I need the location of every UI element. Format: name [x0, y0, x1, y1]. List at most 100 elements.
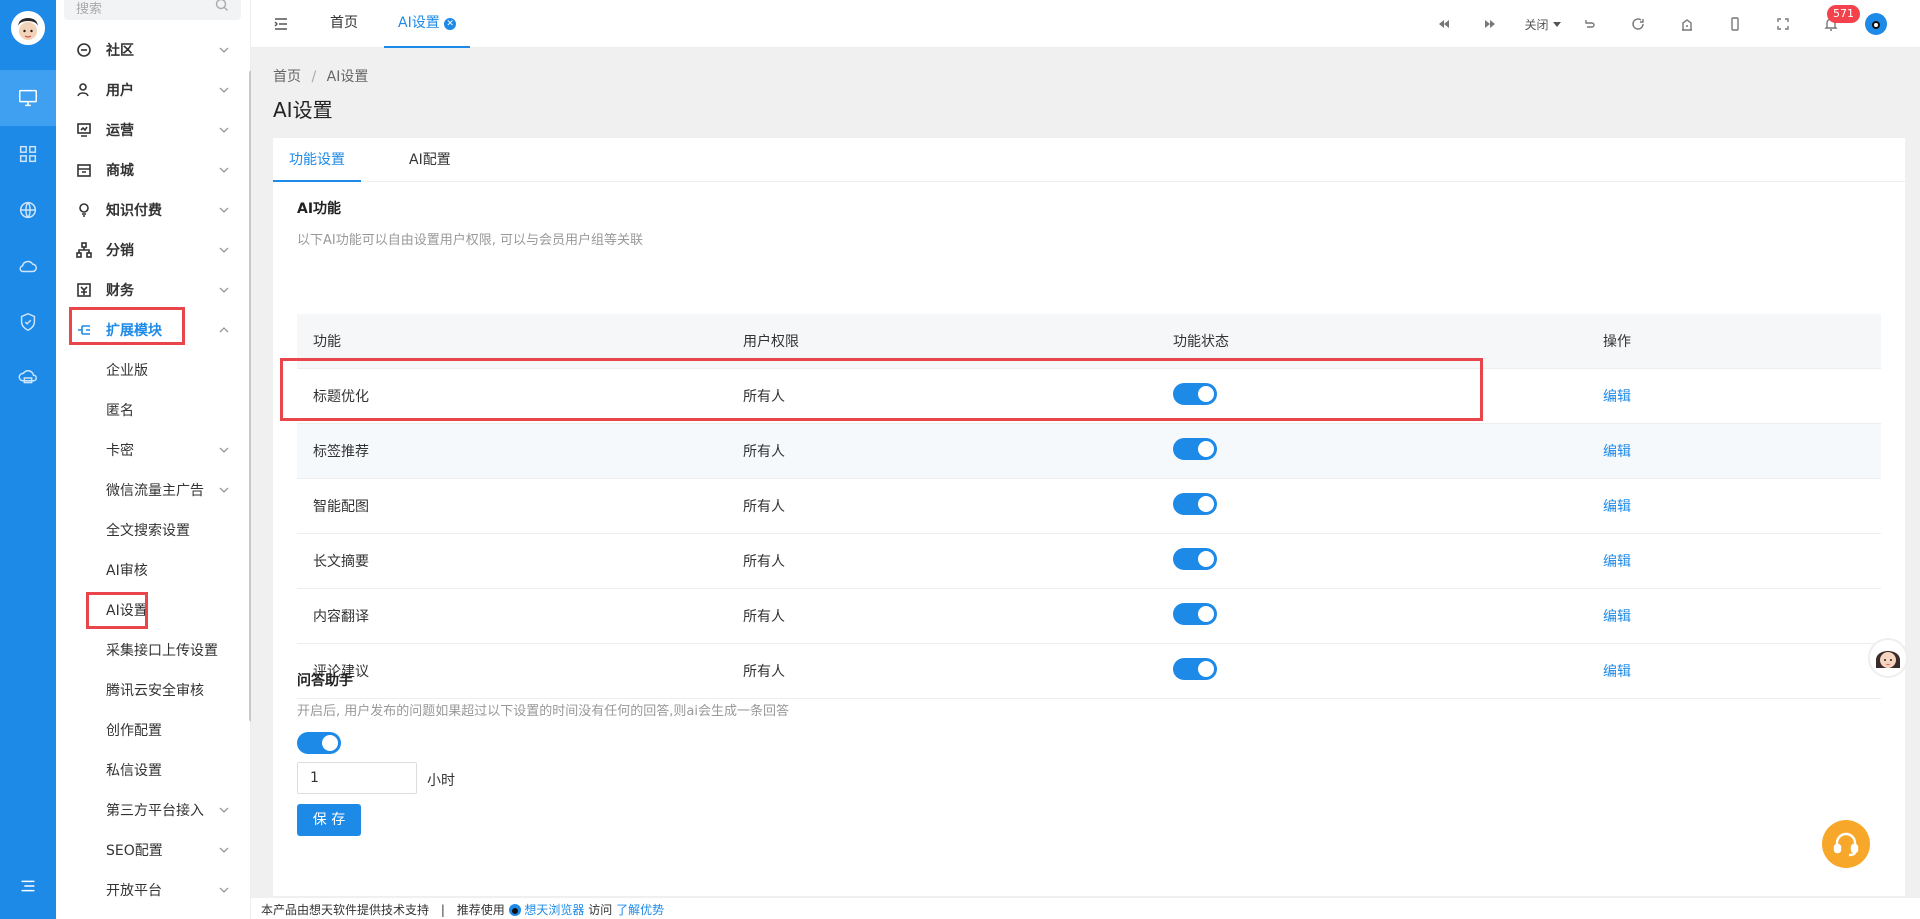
icon-rail — [0, 0, 56, 919]
footer-separator: | — [440, 903, 445, 917]
tab-ai-settings[interactable]: AI设置 ✕ — [384, 0, 471, 48]
cloud-icon[interactable] — [0, 238, 56, 294]
column-header: 功能 — [313, 334, 341, 350]
card-tabs: 功能设置 AI配置 — [273, 138, 1905, 182]
sidebar-sub-wechat-ads[interactable]: 微信流量主广告 — [56, 470, 246, 510]
sidebar-item-knowledge-pay[interactable]: 知识付费 — [56, 190, 246, 230]
cloud-server-icon[interactable] — [0, 350, 56, 406]
status-toggle[interactable] — [1173, 548, 1217, 570]
chevron-down-icon — [219, 207, 229, 213]
sidebar-sub-ai-review[interactable]: AI审核 — [56, 550, 246, 590]
status-toggle[interactable] — [1173, 603, 1217, 625]
row-action-cell: 编辑 — [1587, 441, 1881, 461]
fullscreen-icon[interactable] — [1773, 14, 1793, 34]
return-icon[interactable] — [1580, 14, 1600, 34]
bulb-icon — [76, 202, 92, 218]
desktop-icon[interactable] — [0, 70, 56, 126]
row-permission: 所有人 — [743, 664, 785, 680]
close-dropdown-label: 关闭 — [1524, 17, 1549, 32]
collapse-menu-icon[interactable] — [271, 14, 291, 34]
row-permission: 所有人 — [743, 609, 785, 625]
edit-link[interactable]: 编辑 — [1603, 499, 1631, 515]
edit-link[interactable]: 编辑 — [1603, 664, 1631, 680]
sidebar-sub-card-key[interactable]: 卡密 — [56, 430, 246, 470]
status-toggle[interactable] — [1173, 658, 1217, 680]
sidebar-sub-label: 开放平台 — [106, 883, 162, 899]
search-input[interactable]: 搜索 — [64, 0, 241, 20]
breadcrumb-home[interactable]: 首页 — [273, 69, 301, 85]
sidebar-item-distribution[interactable]: 分销 — [56, 230, 246, 270]
backward-icon[interactable] — [1434, 14, 1454, 34]
qa-assistant-title: 问答助手 — [297, 673, 353, 689]
globe-icon[interactable] — [0, 182, 56, 238]
building-icon[interactable] — [1677, 14, 1697, 34]
sidebar-sub-creation-config[interactable]: 创作配置 — [56, 710, 246, 750]
edit-link[interactable]: 编辑 — [1603, 554, 1631, 570]
chevron-down-icon — [219, 127, 229, 133]
sidebar-item-label: 知识付费 — [106, 203, 162, 219]
status-toggle[interactable] — [1173, 493, 1217, 515]
tab-ai-config[interactable]: AI配置 — [409, 138, 451, 182]
row-action-cell: 编辑 — [1587, 551, 1881, 571]
chevron-up-icon — [219, 327, 229, 333]
tab-close-icon[interactable]: ✕ — [444, 18, 457, 30]
tab-function-settings-label: 功能设置 — [289, 152, 345, 168]
mobile-icon[interactable] — [1725, 14, 1745, 34]
user-avatar[interactable] — [11, 11, 45, 45]
sidebar-sub-label: SEO配置 — [106, 843, 163, 859]
edit-link[interactable]: 编辑 — [1603, 389, 1631, 405]
sidebar-sub-seo[interactable]: SEO配置 — [56, 830, 246, 870]
status-toggle[interactable] — [1173, 438, 1217, 460]
sidebar-item-users[interactable]: 用户 — [56, 70, 246, 110]
sidebar-item-finance[interactable]: 财务 — [56, 270, 246, 310]
headset-icon[interactable] — [1822, 820, 1870, 868]
sidebar-item-community[interactable]: 社区 — [56, 30, 246, 70]
sidebar-item-operations[interactable]: 运营 — [56, 110, 246, 150]
sidebar-sub-anonymous[interactable]: 匿名 — [56, 390, 246, 430]
sidebar-sub-collect-upload[interactable]: 采集接口上传设置 — [56, 630, 246, 670]
sidebar-sub-tencent-security[interactable]: 腾讯云安全审核 — [56, 670, 246, 710]
highlight-box-ai-settings — [86, 592, 148, 629]
hours-input[interactable]: 1 — [297, 762, 417, 794]
sidebar-sub-open-platform[interactable]: 开放平台 — [56, 870, 246, 910]
footer-advantage-link[interactable]: 了解优势 — [616, 903, 664, 917]
sidebar-item-label: 财务 — [106, 283, 134, 299]
grid-icon[interactable] — [0, 126, 56, 182]
tab-function-settings[interactable]: 功能设置 — [273, 138, 361, 182]
ai-functions-desc: 以下AI功能可以自由设置用户权限, 可以与会员用户组等关联 — [297, 233, 643, 248]
sidebar-sub-label: 创作配置 — [106, 723, 162, 739]
table-row: 智能配图 所有人 编辑 — [297, 479, 1881, 534]
shield-icon[interactable] — [0, 294, 56, 350]
close-dropdown[interactable]: 关闭 — [1519, 14, 1567, 34]
refresh-icon[interactable] — [1628, 14, 1648, 34]
footer-browser-link[interactable]: 想天浏览器 — [508, 903, 589, 917]
qa-assistant-toggle[interactable] — [297, 732, 341, 754]
sidebar-sub-message-settings[interactable]: 私信设置 — [56, 750, 246, 790]
table-row: 评论建议 所有人 编辑 — [297, 644, 1881, 699]
sidebar-sub-fulltext-search[interactable]: 全文搜索设置 — [56, 510, 246, 550]
sidebar-sub-third-party[interactable]: 第三方平台接入 — [56, 790, 246, 830]
edit-link[interactable]: 编辑 — [1603, 444, 1631, 460]
sidebar-sub-ai-settings[interactable]: AI设置 — [56, 590, 246, 630]
sidebar-sub-label: 全文搜索设置 — [106, 523, 190, 539]
chevron-down-icon — [219, 287, 229, 293]
highlight-box-extensions — [69, 307, 185, 345]
tab-home[interactable]: 首页 — [330, 0, 358, 48]
row-action-cell: 编辑 — [1587, 661, 1881, 681]
row-status-cell — [1157, 603, 1587, 629]
menu-icon[interactable] — [0, 858, 56, 914]
sidebar: 搜索 社区 用户 运营 商城 知识付费 分销 财务 扩展模块 企业版 匿名 卡密… — [56, 0, 255, 919]
breadcrumb: 首页 / AI设置 — [273, 66, 368, 86]
qa-assistant-desc: 开启后, 用户发布的问题如果超过以下设置的时间没有任何的回答,则ai会生成一条回… — [297, 704, 789, 719]
profile-avatar[interactable] — [1865, 13, 1887, 35]
assistant-avatar[interactable] — [1868, 638, 1908, 678]
sidebar-item-shop[interactable]: 商城 — [56, 150, 246, 190]
save-button[interactable]: 保 存 — [297, 804, 361, 836]
sidebar-item-label: 运营 — [106, 123, 134, 139]
forward-icon[interactable] — [1480, 14, 1500, 34]
edit-link[interactable]: 编辑 — [1603, 609, 1631, 625]
sidebar-sub-enterprise[interactable]: 企业版 — [56, 350, 246, 390]
hierarchy-icon — [76, 242, 92, 258]
row-permission: 所有人 — [743, 554, 785, 570]
chevron-down-icon — [219, 247, 229, 253]
